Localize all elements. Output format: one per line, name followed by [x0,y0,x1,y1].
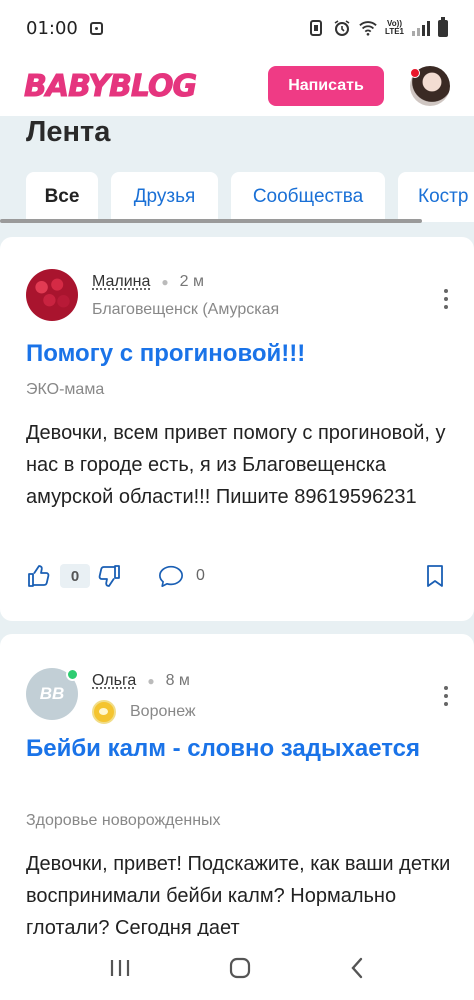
more-options-icon[interactable] [444,686,450,706]
comment-icon[interactable] [158,563,184,589]
post-card[interactable]: Малина ● 2 м Благовещенск (Амурская Помо… [0,237,474,621]
write-button[interactable]: Написать [268,66,384,106]
recent-apps-icon[interactable] [109,958,131,978]
post-author: Малина ● 2 м Благовещенск (Амурская [26,269,279,321]
signal-icon [412,20,430,36]
back-icon[interactable] [349,957,365,979]
post-title[interactable]: Помогу с прогиновой!!! [26,337,446,371]
separator-dot: ● [161,275,168,289]
profile-avatar[interactable] [410,66,450,106]
author-location: Благовещенск (Амурская [92,301,279,319]
page-title: Лента [26,116,110,149]
author-info: Малина ● 2 м Благовещенск (Амурская [92,273,279,321]
post-category[interactable]: ЭКО-мама [26,381,104,399]
status-icons: Vo)) LTE1 [307,19,448,37]
post-text: Девочки, привет! Подскажите, как ваши де… [26,848,456,944]
home-icon[interactable] [228,956,252,980]
author-name[interactable]: Ольга [92,672,136,690]
volte-bottom: LTE1 [385,28,404,36]
screenshot-notification-icon [90,22,103,35]
like-count: 0 [60,564,90,588]
comment-count: 0 [196,567,205,585]
like-icon[interactable] [26,563,52,589]
avatar-initials: BB [40,684,65,704]
status-badge-icon [92,700,116,724]
post-actions: 0 0 [26,559,448,593]
wifi-icon [359,19,377,37]
online-indicator [66,668,79,681]
tab-kostroma[interactable]: Костр [398,172,474,222]
bookmark-icon[interactable] [422,563,448,589]
post-card[interactable]: BB Ольга ● 8 м Воронеж Бейби калм - слов… [0,634,474,954]
author-avatar[interactable] [26,269,78,321]
status-bar: 01:00 Vo)) LTE1 [0,0,474,56]
battery-icon [438,20,448,37]
system-nav-bar [0,936,474,1000]
post-time: 2 м [180,273,204,291]
post-time: 8 м [166,672,190,690]
volte-indicator: Vo)) LTE1 [385,20,404,36]
feed-tabs: Все Друзья Сообщества Костр [26,172,474,222]
babyblog-logo[interactable]: BABYBLOG [24,69,196,104]
tabs-scrollbar[interactable] [0,219,422,223]
tab-all[interactable]: Все [26,172,98,222]
tab-communities[interactable]: Сообщества [231,172,385,222]
post-author: BB Ольга ● 8 м Воронеж [26,668,196,724]
app-header: BABYBLOG Написать [0,56,474,116]
tab-friends[interactable]: Друзья [111,172,218,222]
battery-saver-icon [307,19,325,37]
author-name[interactable]: Малина [92,273,150,291]
notification-dot [410,68,420,78]
author-location: Воронеж [92,700,196,724]
author-info: Ольга ● 8 м Воронеж [92,672,196,724]
post-text: Девочки, всем привет помогу с прогиновой… [26,417,456,513]
author-avatar[interactable]: BB [26,668,78,720]
more-options-icon[interactable] [444,289,450,309]
separator-dot: ● [147,674,154,688]
location-text: Воронеж [130,703,196,721]
post-title[interactable]: Бейби калм - словно задыхается [26,732,446,766]
post-category[interactable]: Здоровье новорожденных [26,812,221,830]
status-time: 01:00 [26,18,78,39]
alarm-icon [333,19,351,37]
dislike-icon[interactable] [96,563,122,589]
